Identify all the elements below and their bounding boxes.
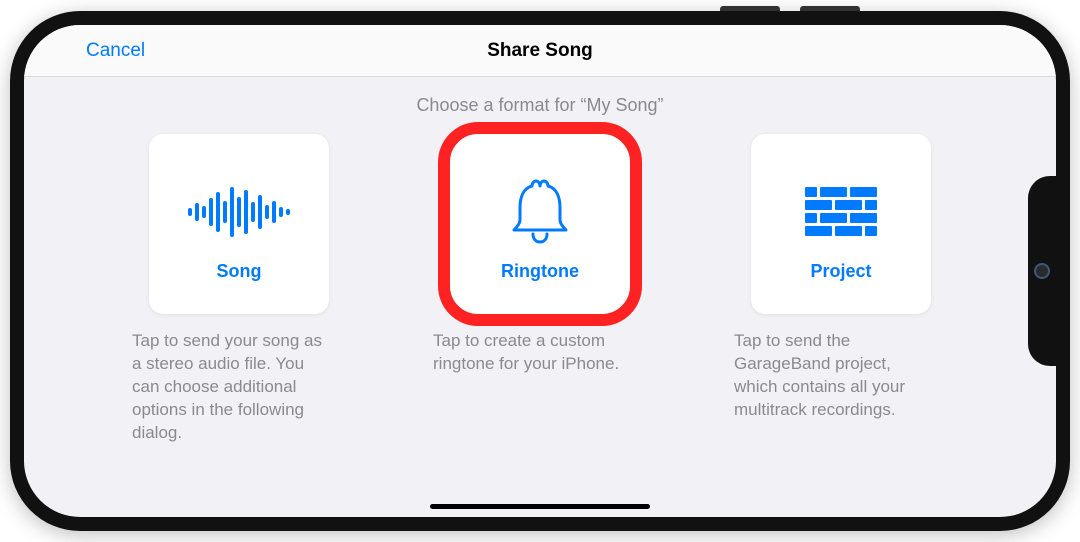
- cancel-button[interactable]: Cancel: [86, 40, 145, 62]
- ringtone-description: Tap to create a custom ringtone for your…: [425, 330, 635, 376]
- waveform-icon: [188, 167, 290, 257]
- option-song: Song Tap to send your song as a stereo a…: [124, 134, 354, 445]
- multitrack-icon: [805, 167, 877, 257]
- side-button: [720, 6, 780, 11]
- iphone-frame: Cancel Share Song Choose a format for “M…: [10, 11, 1070, 531]
- home-indicator[interactable]: [430, 504, 650, 509]
- project-description: Tap to send the GarageBand project, whic…: [726, 330, 936, 422]
- bell-icon: [510, 167, 570, 257]
- project-label: Project: [810, 261, 871, 282]
- page-title: Share Song: [487, 40, 593, 62]
- nav-bar: Cancel Share Song: [24, 25, 1056, 77]
- song-description: Tap to send your song as a stereo audio …: [124, 330, 334, 445]
- song-label: Song: [217, 261, 262, 282]
- format-options-row: Song Tap to send your song as a stereo a…: [84, 134, 996, 445]
- subtitle-text: Choose a format for “My Song”: [84, 95, 996, 116]
- option-project: Project Tap to send the GarageBand proje…: [726, 134, 956, 445]
- ringtone-card[interactable]: Ringtone: [450, 134, 630, 314]
- project-card[interactable]: Project: [751, 134, 931, 314]
- ringtone-label: Ringtone: [501, 261, 579, 282]
- screen: Cancel Share Song Choose a format for “M…: [24, 25, 1056, 517]
- notch: [1028, 176, 1056, 366]
- song-card[interactable]: Song: [149, 134, 329, 314]
- side-button: [800, 6, 860, 11]
- option-ringtone: Ringtone Tap to create a custom ringtone…: [425, 134, 655, 445]
- content-area: Choose a format for “My Song”: [24, 77, 1056, 445]
